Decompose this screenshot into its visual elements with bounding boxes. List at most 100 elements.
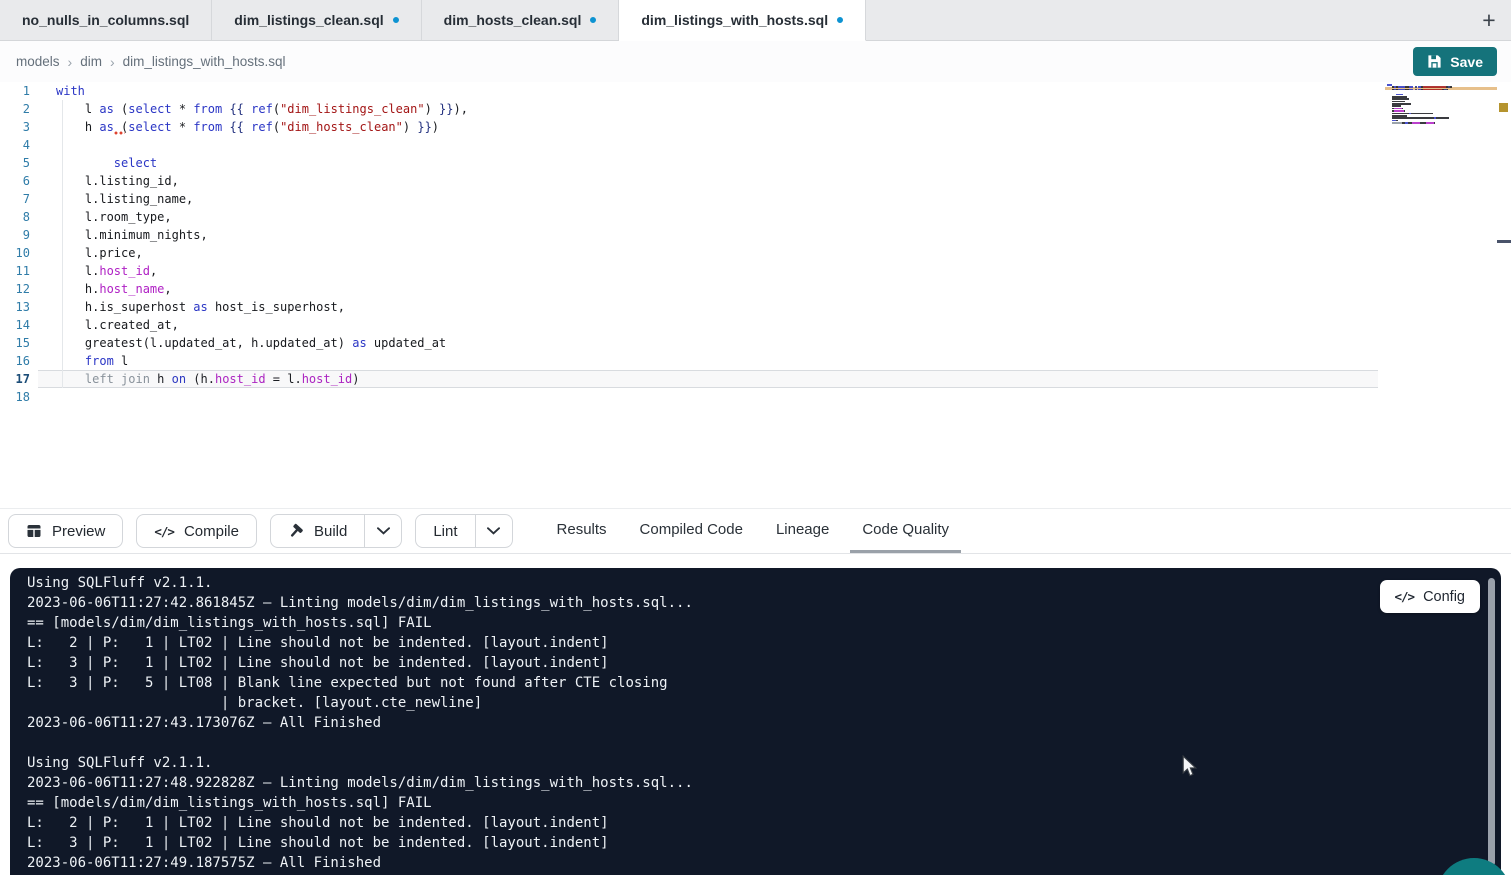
code-line[interactable]: 12 h.host_name, [0, 280, 1511, 298]
code-text: h.is_superhost as host_is_superhost, [30, 298, 345, 316]
code-line[interactable]: 16 from l [0, 352, 1511, 370]
code-line[interactable]: 2 l as (select * from {{ ref("dim_listin… [0, 100, 1511, 118]
file-tab-label: dim_listings_clean.sql [234, 12, 383, 28]
code-text: select [30, 154, 157, 172]
editor-toolbar: Preview </> Compile Build [0, 508, 1511, 554]
code-line[interactable]: 10 l.price, [0, 244, 1511, 262]
code-text: h as (select * from {{ ref("dim_hosts_cl… [30, 118, 439, 136]
compile-button-label: Compile [184, 523, 239, 540]
code-line[interactable]: 9 l.minimum_nights, [0, 226, 1511, 244]
terminal-scrollbar[interactable] [1488, 578, 1495, 866]
code-line[interactable]: 3 h as (select * from {{ ref("dim_hosts_… [0, 118, 1511, 136]
terminal-output-panel: Using SQLFluff v2.1.1.2023-06-06T11:27:4… [10, 568, 1501, 875]
new-tab-button[interactable]: + [1467, 0, 1511, 40]
config-button[interactable]: </> Config [1380, 580, 1481, 613]
file-tab[interactable]: dim_listings_with_hosts.sql [619, 0, 866, 41]
preview-button[interactable]: Preview [8, 514, 123, 548]
breadcrumb-bar: models›dim›dim_listings_with_hosts.sql S… [0, 41, 1511, 82]
line-number: 15 [0, 334, 30, 352]
chevron-down-icon [377, 527, 390, 535]
code-line[interactable]: 6 l.listing_id, [0, 172, 1511, 190]
code-text: with [30, 82, 85, 100]
code-brackets-icon: </> [154, 524, 174, 539]
code-line[interactable]: 7 l.listing_name, [0, 190, 1511, 208]
terminal-lines: Using SQLFluff v2.1.1.2023-06-06T11:27:4… [27, 573, 1501, 873]
terminal-line [27, 733, 1501, 753]
code-text: from l [30, 352, 128, 370]
breadcrumb-item[interactable]: dim_listings_with_hosts.sql [123, 54, 286, 69]
terminal-line: 2023-06-06T11:27:48.922828Z — Linting mo… [27, 773, 1501, 793]
file-tab-bar: no_nulls_in_columns.sql dim_listings_clea… [0, 0, 1511, 41]
build-button[interactable]: Build [270, 514, 365, 548]
lint-split-button: Lint [415, 514, 512, 548]
save-button-label: Save [1450, 54, 1483, 70]
save-button[interactable]: Save [1413, 47, 1497, 76]
terminal-line: L: 2 | P: 1 | LT02 | Line should not be … [27, 633, 1501, 653]
chevron-down-icon [487, 527, 500, 535]
panel-tab[interactable]: Results [545, 509, 619, 553]
terminal-line: L: 2 | P: 1 | LT02 | Line should not be … [27, 813, 1501, 833]
panel-tab[interactable]: Code Quality [850, 509, 961, 553]
line-number: 18 [0, 388, 30, 406]
terminal-line: Using SQLFluff v2.1.1. [27, 573, 1501, 593]
code-text [30, 388, 56, 406]
code-line[interactable]: 8 l.room_type, [0, 208, 1511, 226]
line-number: 1 [0, 82, 30, 100]
line-number: 5 [0, 154, 30, 172]
code-line[interactable]: 5 select [0, 154, 1511, 172]
panel-tab[interactable]: Compiled Code [628, 509, 755, 553]
file-tab-label: dim_hosts_clean.sql [444, 12, 582, 28]
overview-ruler-cursor-mark [1497, 240, 1511, 243]
lint-error-squiggle [114, 131, 125, 135]
compile-button[interactable]: </> Compile [136, 514, 257, 548]
line-number: 9 [0, 226, 30, 244]
code-text: l as (select * from {{ ref("dim_listings… [30, 100, 468, 118]
line-number: 17 [0, 370, 30, 388]
code-text: l.host_id, [30, 262, 157, 280]
code-line[interactable]: 11 l.host_id, [0, 262, 1511, 280]
lint-dropdown-button[interactable] [476, 514, 513, 548]
breadcrumb-item[interactable]: models [16, 54, 60, 69]
code-line[interactable]: 4 [0, 136, 1511, 154]
code-brackets-icon: </> [1395, 589, 1415, 604]
line-number: 16 [0, 352, 30, 370]
file-tab[interactable]: no_nulls_in_columns.sql [0, 0, 212, 40]
code-line[interactable]: 1with [0, 82, 1511, 100]
terminal-line: 2023-06-06T11:27:49.187575Z — All Finish… [27, 853, 1501, 873]
build-dropdown-button[interactable] [365, 514, 402, 548]
build-split-button: Build [270, 514, 402, 548]
code-line[interactable]: 13 h.is_superhost as host_is_superhost, [0, 298, 1511, 316]
indent-guide [62, 100, 63, 388]
file-tab[interactable]: dim_listings_clean.sql [212, 0, 421, 40]
code-line[interactable]: 15 greatest(l.updated_at, h.updated_at) … [0, 334, 1511, 352]
minimap[interactable] [1387, 84, 1495, 127]
ide-window: no_nulls_in_columns.sql dim_listings_clea… [0, 0, 1511, 875]
file-tab-label: no_nulls_in_columns.sql [22, 12, 189, 28]
terminal-line: 2023-06-06T11:27:43.173076Z — All Finish… [27, 713, 1501, 733]
breadcrumb-item[interactable]: dim [80, 54, 102, 69]
line-number: 13 [0, 298, 30, 316]
line-number: 3 [0, 118, 30, 136]
code-text [30, 136, 56, 154]
code-line[interactable]: 18 [0, 388, 1511, 406]
line-number: 6 [0, 172, 30, 190]
line-number: 4 [0, 136, 30, 154]
terminal-line: == [models/dim/dim_listings_with_hosts.s… [27, 613, 1501, 633]
file-tab-label: dim_listings_with_hosts.sql [641, 12, 828, 28]
code-editor[interactable]: 1with2 l as (select * from {{ ref("dim_l… [0, 82, 1511, 508]
code-line[interactable]: 14 l.created_at, [0, 316, 1511, 334]
minimap-line [1387, 124, 1495, 126]
code-line[interactable]: 17 left join h on (h.host_id = l.host_id… [0, 370, 1511, 388]
code-text: left join h on (h.host_id = l.host_id) [30, 370, 360, 388]
panel-tab[interactable]: Lineage [764, 509, 841, 553]
breadcrumb-chevron-icon: › [68, 54, 73, 70]
file-tab[interactable]: dim_hosts_clean.sql [422, 0, 620, 40]
line-number: 8 [0, 208, 30, 226]
code-text: l.minimum_nights, [30, 226, 208, 244]
line-number: 7 [0, 190, 30, 208]
build-button-label: Build [314, 523, 347, 540]
lint-button[interactable]: Lint [415, 514, 475, 548]
terminal-line: Using SQLFluff v2.1.1. [27, 753, 1501, 773]
line-number: 12 [0, 280, 30, 298]
line-number: 2 [0, 100, 30, 118]
